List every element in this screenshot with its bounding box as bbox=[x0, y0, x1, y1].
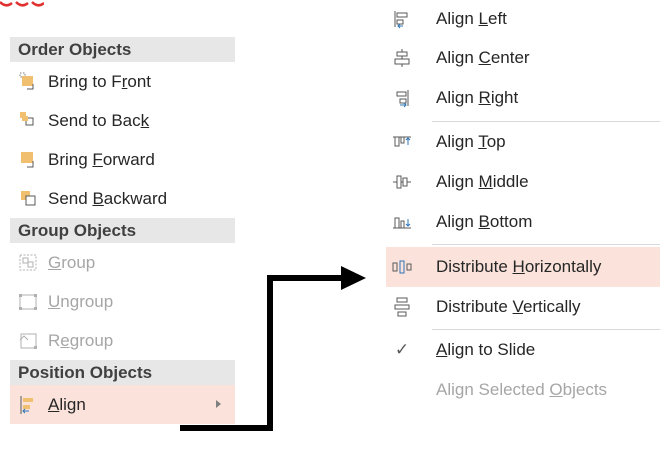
group-objects-header: Group Objects bbox=[10, 218, 235, 243]
send-backward-label: Send Backward bbox=[48, 188, 168, 208]
regroup-icon bbox=[10, 331, 48, 351]
ungroup-icon bbox=[10, 292, 48, 312]
bring-to-front-icon bbox=[10, 72, 48, 92]
group-icon bbox=[10, 253, 48, 273]
position-objects-header: Position Objects bbox=[10, 360, 235, 385]
bring-forward-label: Bring Forward bbox=[48, 149, 155, 169]
checkmark-glyph: ✓ bbox=[394, 340, 410, 359]
align-item[interactable]: Align bbox=[10, 385, 235, 424]
ungroup-label: Ungroup bbox=[48, 291, 114, 311]
align-left-icon bbox=[386, 9, 418, 29]
align-middle-item[interactable]: Align Middle bbox=[386, 162, 660, 202]
align-submenu: Align Left Align Center Align Right Alig… bbox=[386, 0, 660, 410]
ungroup-item[interactable]: Ungroup bbox=[10, 282, 235, 321]
align-right-label: Align Right bbox=[436, 88, 519, 107]
align-left-item[interactable]: Align Left bbox=[386, 0, 660, 38]
align-center-label: Align Center bbox=[436, 48, 530, 67]
align-right-item[interactable]: Align Right bbox=[386, 78, 660, 118]
align-left-icon bbox=[10, 395, 48, 415]
send-to-back-item[interactable]: Send to Back bbox=[10, 101, 235, 140]
align-middle-label: Align Middle bbox=[436, 172, 529, 191]
group-item[interactable]: Group bbox=[10, 243, 235, 282]
align-selected-objects-item[interactable]: Align Selected Objects bbox=[386, 370, 660, 410]
align-bottom-icon bbox=[386, 212, 418, 232]
align-center-item[interactable]: Align Center bbox=[386, 38, 660, 78]
align-top-icon bbox=[386, 132, 418, 152]
send-to-back-icon bbox=[10, 111, 48, 131]
bring-forward-icon bbox=[10, 150, 48, 170]
order-objects-header: Order Objects bbox=[10, 37, 235, 62]
distribute-horizontally-icon bbox=[386, 257, 418, 277]
align-bottom-label: Align Bottom bbox=[436, 212, 533, 231]
send-backward-icon bbox=[10, 189, 48, 209]
align-middle-icon bbox=[386, 172, 418, 192]
align-top-item[interactable]: Align Top bbox=[386, 122, 660, 162]
align-to-slide-item[interactable]: ✓ Align to Slide bbox=[386, 330, 660, 370]
regroup-item[interactable]: Regroup bbox=[10, 321, 235, 360]
align-selected-objects-label: Align Selected Objects bbox=[436, 380, 608, 399]
distribute-horizontally-item[interactable]: Distribute Horizontally bbox=[386, 247, 660, 287]
bring-forward-item[interactable]: Bring Forward bbox=[10, 140, 235, 179]
align-to-slide-label: Align to Slide bbox=[436, 340, 536, 359]
order-objects-menu: Order Objects Bring to Front Send to Bac… bbox=[10, 37, 235, 424]
distribute-horizontally-label: Distribute Horizontally bbox=[436, 257, 602, 276]
align-top-label: Align Top bbox=[436, 132, 506, 151]
bring-to-front-label: Bring to Front bbox=[48, 71, 152, 91]
distribute-vertically-item[interactable]: Distribute Vertically bbox=[386, 287, 660, 327]
separator bbox=[432, 244, 660, 245]
align-center-icon bbox=[386, 48, 418, 68]
align-label: Align bbox=[48, 394, 86, 414]
align-bottom-item[interactable]: Align Bottom bbox=[386, 202, 660, 242]
checkmark-icon: ✓ bbox=[386, 340, 418, 360]
distribute-vertically-icon bbox=[386, 297, 418, 317]
send-to-back-label: Send to Back bbox=[48, 110, 150, 130]
corner-mark-decoration bbox=[0, 1, 44, 7]
align-right-icon bbox=[386, 88, 418, 108]
group-label: Group bbox=[48, 252, 96, 272]
align-left-label: Align Left bbox=[436, 9, 507, 28]
bring-to-front-item[interactable]: Bring to Front bbox=[10, 62, 235, 101]
send-backward-item[interactable]: Send Backward bbox=[10, 179, 235, 218]
regroup-label: Regroup bbox=[48, 330, 114, 350]
submenu-arrow-icon bbox=[216, 400, 221, 408]
distribute-vertically-label: Distribute Vertically bbox=[436, 297, 581, 316]
